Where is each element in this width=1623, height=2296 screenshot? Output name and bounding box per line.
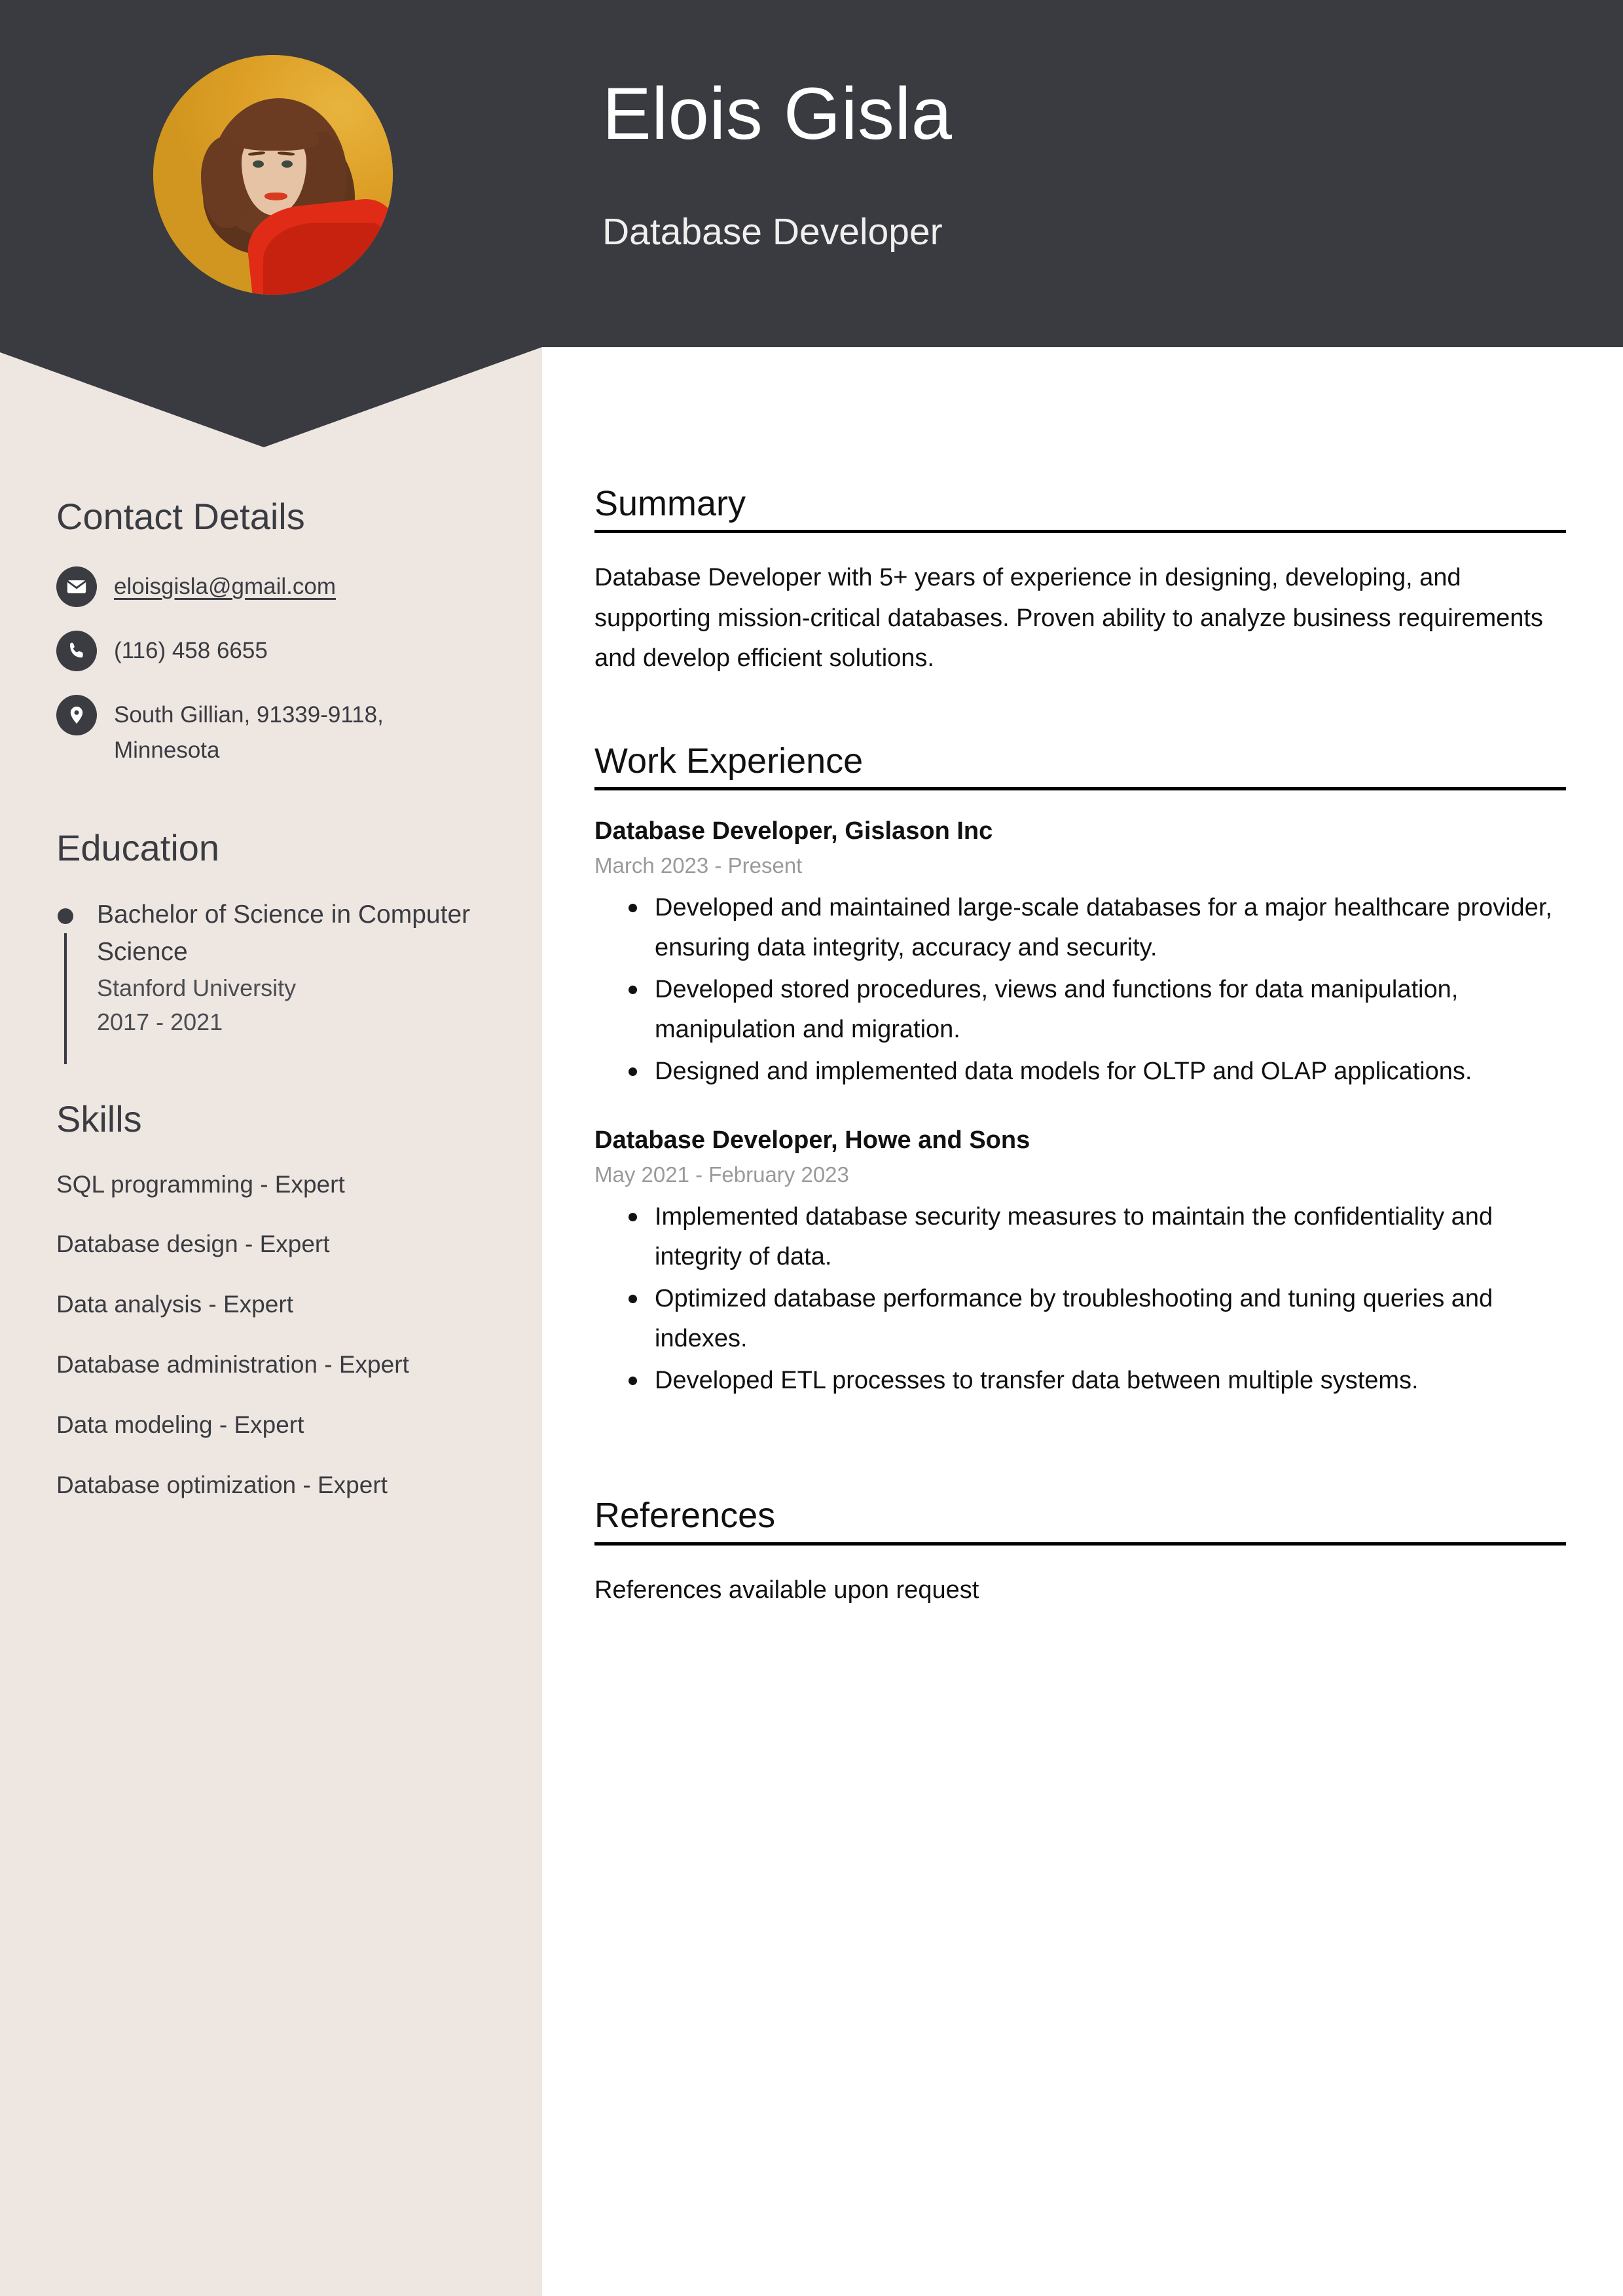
candidate-name: Elois Gisla: [602, 73, 953, 155]
summary-divider: [594, 530, 1566, 534]
job-title: Database Developer, Howe and Sons: [594, 1126, 1030, 1155]
skills-heading: Skills: [56, 1098, 142, 1139]
references-divider: [594, 1542, 1566, 1546]
education-dates: 2017 - 2021: [97, 1009, 223, 1036]
resume-page: Elois Gisla Database Developer Contact D…: [0, 0, 1623, 2296]
contact-address-value: South Gillian, 91339-9118, Minnesota: [114, 701, 384, 764]
contact-row-address: South Gillian, 91339-9118, Minnesota: [56, 694, 486, 769]
job-dates: May 2021 - February 2023: [594, 1162, 849, 1187]
work-experience-heading: Work Experience: [594, 741, 864, 781]
main-content: Summary Database Developer with 5+ years…: [594, 484, 1566, 1610]
job-entry: Database Developer, Howe and Sons May 20…: [594, 1124, 1566, 1401]
job-bullet: Implemented database security measures t…: [629, 1197, 1566, 1278]
job-bullet: Designed and implemented data models for…: [629, 1052, 1566, 1092]
job-bullet: Optimized database performance by troubl…: [629, 1279, 1566, 1360]
education-bullet-dot: [58, 908, 73, 924]
summary-heading: Summary: [594, 484, 746, 523]
education-timeline-line: [64, 933, 67, 1064]
skill-item: Data modeling - Expert: [56, 1411, 304, 1438]
skill-item: Database design - Expert: [56, 1231, 330, 1258]
contact-details-heading: Contact Details: [56, 496, 305, 537]
skill-item: Data analysis - Expert: [56, 1291, 293, 1318]
header-text-group: Elois Gisla Database Developer: [602, 77, 1519, 251]
contact-phone-value[interactable]: (116) 458 6655: [114, 629, 268, 669]
envelope-icon: [56, 566, 97, 607]
job-bullet: Developed ETL processes to transfer data…: [629, 1361, 1566, 1401]
job-bullet-list: Developed and maintained large-scale dat…: [594, 888, 1566, 1092]
sidebar: Contact Details eloisgisla@gmail.com (11…: [0, 496, 542, 1528]
work-experience-divider: [594, 787, 1566, 791]
candidate-job-title: Database Developer: [602, 211, 943, 253]
skill-item: Database optimization - Expert: [56, 1471, 388, 1498]
references-heading: References: [594, 1496, 776, 1536]
avatar-eye-right: [281, 160, 293, 168]
skill-item: SQL programming - Expert: [56, 1170, 345, 1198]
education-degree: Bachelor of Science in Computer Science: [97, 900, 471, 966]
skill-item: Database administration - Expert: [56, 1350, 409, 1378]
contact-row-phone[interactable]: (116) 458 6655: [56, 629, 486, 671]
contact-email-value[interactable]: eloisgisla@gmail.com: [114, 565, 336, 605]
education-heading: Education: [56, 826, 220, 868]
avatar: [153, 55, 393, 295]
avatar-eye-left: [252, 160, 264, 168]
job-title: Database Developer, Gislason Inc: [594, 817, 993, 845]
education-entry: Bachelor of Science in Computer Science …: [56, 897, 486, 1064]
job-bullet: Developed and maintained large-scale dat…: [629, 888, 1566, 969]
contact-row-email[interactable]: eloisgisla@gmail.com: [56, 565, 486, 607]
job-dates: March 2023 - Present: [594, 853, 803, 878]
job-bullet-list: Implemented database security measures t…: [594, 1197, 1566, 1401]
map-pin-icon: [56, 694, 97, 735]
job-entry: Database Developer, Gislason Inc March 2…: [594, 815, 1566, 1092]
summary-text: Database Developer with 5+ years of expe…: [594, 564, 1543, 673]
phone-icon: [56, 630, 97, 671]
avatar-shirt-shadow: [263, 223, 384, 295]
job-bullet: Developed stored procedures, views and f…: [629, 970, 1566, 1050]
references-text: References available upon request: [594, 1576, 979, 1604]
education-school: Stanford University: [97, 974, 297, 1001]
